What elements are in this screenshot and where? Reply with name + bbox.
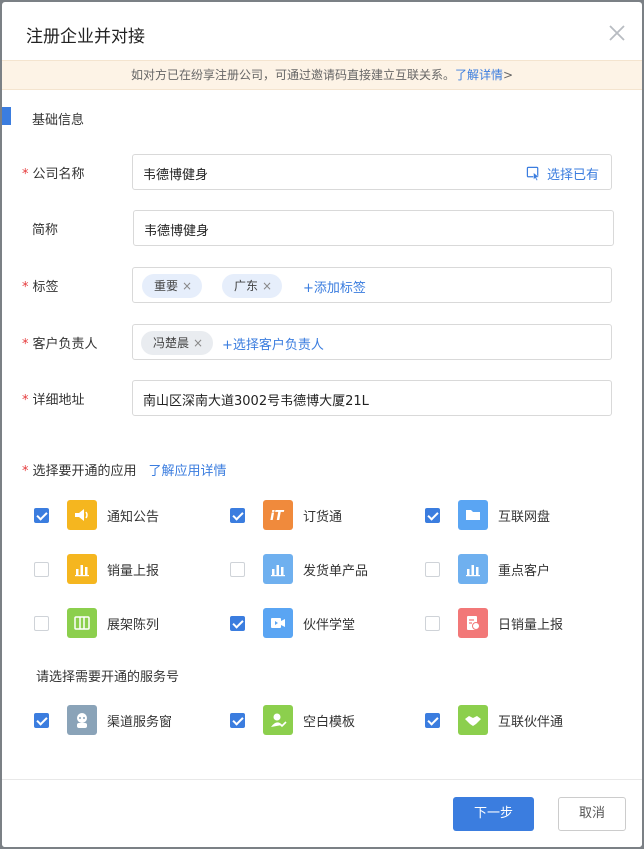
company-name-field[interactable]: 韦德博健身 选择已有 [132,154,612,190]
add-tag-button[interactable]: +添加标签 [303,277,366,296]
tags-row: * 标签 重要 × 广东 × +添加标签 [2,267,642,303]
register-dialog: 注册企业并对接 如对方已在纷享注册公司，可通过邀请码直接建立互联关系。了解详情>… [2,2,642,847]
service-item[interactable]: 渠道服务窗 [34,705,172,735]
app-checkbox[interactable] [230,615,245,631]
address-label: * 详细地址 [22,393,85,408]
address-row: * 详细地址 南山区深南大道3002号韦德博大厦21L [2,380,642,416]
app-item[interactable]: 通知公告 [34,500,159,530]
service-item[interactable]: 空白模板 [230,705,355,735]
pointer-select-icon [526,166,540,181]
notice-learn-more-link[interactable]: 了解详情 [455,68,503,82]
service-label: 渠道服务窗 [107,714,173,730]
app-checkbox[interactable] [34,615,49,631]
service-checkbox[interactable] [34,712,49,728]
folder-icon [458,500,488,530]
svg-text:iT: iT [270,509,284,524]
close-icon [609,25,625,41]
short-name-row: 简称 韦德博健身 [2,210,642,246]
notice-bar: 如对方已在纷享注册公司，可通过邀请码直接建立互联关系。了解详情> [2,60,642,90]
app-label: 通知公告 [107,509,160,525]
owner-field[interactable]: 冯楚晨 × +选择客户负责人 [132,324,612,360]
bar-chart-icon [458,554,488,584]
app-checkbox[interactable] [230,561,245,577]
app-label: 日销量上报 [498,617,564,633]
next-button[interactable]: 下一步 [453,797,534,831]
app-label: 互联网盘 [498,509,551,525]
section-title: 基础信息 [32,113,85,128]
report-icon [458,608,488,638]
remove-tag-icon[interactable]: × [182,279,192,293]
company-name-row: * 公司名称 韦德博健身 选择已有 [2,154,642,190]
basic-info-section: 基础信息 [2,90,642,138]
tags-label: * 标签 [22,280,59,295]
short-name-value: 韦德博健身 [144,224,210,239]
app-checkbox[interactable] [425,561,440,577]
tag-chip: 广东 × [222,274,283,298]
dialog-footer: 下一步 取消 [2,779,642,847]
app-details-link[interactable]: 了解应用详情 [149,464,227,479]
app-checkbox[interactable] [34,507,49,523]
app-item[interactable]: 重点客户 [425,554,550,584]
app-item[interactable]: iT 订货通 [230,500,342,530]
app-item[interactable]: 销量上报 [34,554,159,584]
handshake-icon [458,705,488,735]
app-checkbox[interactable] [230,507,245,523]
owner-label: * 客户负责人 [22,337,98,352]
app-checkbox[interactable] [425,615,440,631]
owner-row: * 客户负责人 冯楚晨 × +选择客户负责人 [2,324,642,360]
close-button[interactable] [606,22,628,44]
dialog-header: 注册企业并对接 [2,2,642,60]
app-label: 订货通 [303,509,343,525]
service-item[interactable]: 互联伙伴通 [425,705,563,735]
notice-arrow: > [502,68,514,82]
app-item[interactable]: 伙伴学堂 [230,608,355,638]
service-label: 空白模板 [303,714,356,730]
app-label: 伙伴学堂 [303,617,356,633]
tags-field[interactable]: 重要 × 广东 × +添加标签 [132,267,612,303]
order-icon: iT [263,500,293,530]
dialog-title: 注册企业并对接 [26,27,145,47]
remove-tag-icon[interactable]: × [262,279,272,293]
bar-chart-icon [263,554,293,584]
remove-owner-icon[interactable]: × [193,336,203,350]
select-existing-button[interactable]: 选择已有 [526,164,599,183]
app-label: 发货单产品 [303,563,369,579]
service-checkbox[interactable] [230,712,245,728]
app-label: 展架陈列 [107,617,160,633]
app-item[interactable]: 互联网盘 [425,500,550,530]
app-item[interactable]: 展架陈列 [34,608,159,638]
app-checkbox[interactable] [34,561,49,577]
shelf-icon [67,608,97,638]
robot-icon [67,705,97,735]
tag-chip: 重要 × [142,274,203,298]
address-field[interactable]: 南山区深南大道3002号韦德博大厦21L [132,380,612,416]
company-name-value: 韦德博健身 [143,168,209,183]
short-name-label: 简称 [32,223,59,238]
cancel-button[interactable]: 取消 [558,797,626,831]
app-item[interactable]: 日销量上报 [425,608,563,638]
app-label: 销量上报 [107,563,160,579]
short-name-field[interactable]: 韦德博健身 [133,210,614,246]
app-item[interactable]: 发货单产品 [230,554,368,584]
address-value: 南山区深南大道3002号韦德博大厦21L [143,394,369,409]
plus-icon: + [303,281,314,296]
service-checkbox[interactable] [425,712,440,728]
section-marker [2,107,11,125]
video-icon [263,608,293,638]
apps-title: * 选择要开通的应用 了解应用详情 [22,464,227,479]
company-name-label: * 公司名称 [22,167,85,182]
services-title: 请选择需要开通的服务号 [36,670,180,685]
notice-text: 如对方已在纷享注册公司，可通过邀请码直接建立互联关系。 [130,68,455,82]
speaker-icon [67,500,97,530]
app-checkbox[interactable] [425,507,440,523]
select-owner-button[interactable]: +选择客户负责人 [222,334,324,353]
owner-chip: 冯楚晨 × [141,331,214,355]
user-check-icon [263,705,293,735]
service-label: 互联伙伴通 [498,714,564,730]
bar-chart-icon [67,554,97,584]
plus-icon: + [222,338,233,353]
app-label: 重点客户 [498,563,551,579]
